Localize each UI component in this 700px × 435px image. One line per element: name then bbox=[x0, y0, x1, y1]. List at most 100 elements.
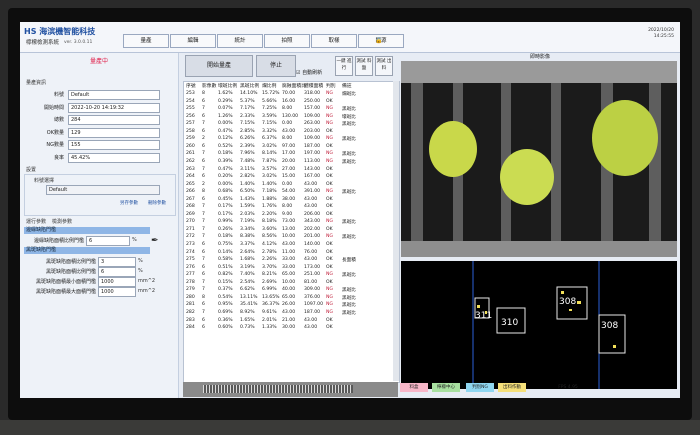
table-cell: 284 bbox=[186, 325, 195, 331]
table-row[interactable]: 261 7 0.18% 7.96% 8.14% 17.00 197.00 NG 黑斑比 bbox=[184, 151, 399, 159]
table-cell: 38.00 bbox=[282, 196, 296, 202]
table-cell: 43.00 bbox=[304, 196, 318, 202]
clock: 2022/10/20 14:25:55 bbox=[648, 28, 674, 40]
edge-param-input[interactable]: 6 bbox=[86, 236, 130, 246]
table-cell: 1.68% bbox=[240, 257, 255, 263]
table-cell: 0.18% bbox=[218, 234, 233, 240]
column-header[interactable]: 體積面積 bbox=[304, 82, 323, 90]
table-cell: 3.34% bbox=[240, 226, 255, 232]
lock-icon[interactable]: 🔒 bbox=[375, 37, 382, 44]
table-cell: 黑斑比 bbox=[342, 220, 356, 226]
table-cell: 258 bbox=[186, 128, 195, 134]
table-row[interactable]: 266 8 0.68% 6.50% 7.18% 54.00 391.00 NG 黑斑比 bbox=[184, 189, 399, 197]
table-row[interactable]: 259 2 0.12% 6.26% 6.37% 8.00 109.00 NG 黑斑比 bbox=[184, 136, 399, 144]
table-row[interactable]: 262 6 0.39% 7.48% 7.87% 20.00 113.00 NG 黑斑比 bbox=[184, 159, 399, 167]
table-cell: 7 bbox=[202, 287, 205, 293]
table-cell: NG bbox=[326, 113, 333, 119]
start-production-button[interactable]: 開始量產 bbox=[185, 55, 253, 77]
info-value: 155 bbox=[68, 140, 160, 150]
table-row[interactable]: 281 6 0.95% 35.41% 36.37% 26.00 1097.00 NG 黑斑比 bbox=[184, 302, 399, 310]
tab-sampling[interactable]: 取樣 bbox=[311, 34, 357, 48]
table-row[interactable]: 257 7 0.00% 7.15% 7.15% 0.00 263.00 NG 黑斑比 bbox=[184, 121, 399, 129]
table-cell: 17.00 bbox=[282, 151, 296, 157]
table-cell: 7 bbox=[202, 121, 205, 127]
table-row[interactable]: 277 6 0.82% 7.40% 8.21% 65.00 251.00 NG 黑斑比 bbox=[184, 272, 399, 280]
column-header[interactable]: 黑斑比例 bbox=[240, 82, 259, 90]
table-row[interactable]: 268 7 0.17% 1.59% 1.76% 8.00 43.00 OK bbox=[184, 204, 399, 212]
test-output-button[interactable]: 測試 出料 bbox=[375, 56, 393, 76]
table-row[interactable]: 263 7 0.47% 3.11% 3.57% 27.00 143.00 OK bbox=[184, 167, 399, 175]
table-cell: NG bbox=[326, 189, 333, 195]
table-cell: 3.57% bbox=[262, 166, 277, 172]
table-row[interactable]: 254 6 0.29% 5.37% 5.66% 16.00 250.00 OK bbox=[184, 99, 399, 107]
tab-edit[interactable]: 編輯 bbox=[170, 34, 216, 48]
table-cell: 9.61% bbox=[262, 309, 277, 315]
table-cell: 3.02% bbox=[262, 143, 277, 149]
tab-production[interactable]: 量產 bbox=[123, 34, 169, 48]
column-header[interactable]: 影像數 bbox=[202, 82, 216, 90]
table-cell: 0.47% bbox=[218, 128, 233, 134]
table-row[interactable]: 274 6 0.14% 2.64% 2.78% 11.00 76.00 OK bbox=[184, 250, 399, 258]
column-header[interactable]: 備註 bbox=[342, 82, 352, 90]
table-row[interactable]: 270 7 0.99% 7.19% 8.18% 73.00 343.00 NG 黑斑比 bbox=[184, 219, 399, 227]
results-table: 序號 影像數 壞斑比例 黑斑比例 爛比例 腐蝕面積比 體積面積 判別 備註 253 8 1.62% 1… bbox=[183, 81, 400, 383]
table-cell: 8.00 bbox=[282, 204, 293, 210]
table-row[interactable]: 282 7 0.69% 8.92% 9.61% 43.00 187.00 NG 黑斑比 bbox=[184, 310, 399, 318]
table-cell: 2.78% bbox=[262, 249, 277, 255]
tab-capture[interactable]: 拍照 bbox=[264, 34, 310, 48]
table-cell: 275 bbox=[186, 257, 195, 263]
table-cell: 黑斑比 bbox=[342, 303, 356, 309]
param-input[interactable]: 3 bbox=[98, 257, 136, 267]
one-click-button[interactable]: 一鍵 進行 bbox=[335, 56, 353, 76]
table-cell: 43.00 bbox=[304, 204, 318, 210]
column-header[interactable]: 判別 bbox=[326, 82, 336, 90]
test-tray-button[interactable]: 測試 料盤 bbox=[355, 56, 373, 76]
column-header[interactable]: 爛比例 bbox=[262, 82, 276, 90]
column-header[interactable]: 腐蝕面積比 bbox=[282, 82, 306, 90]
table-cell: 黑斑比 bbox=[342, 310, 356, 316]
table-scrollbar[interactable] bbox=[393, 81, 399, 381]
table-cell: NG bbox=[326, 234, 333, 240]
table-row[interactable]: 272 7 0.18% 8.38% 8.56% 10.00 201.00 NG 黑斑比 bbox=[184, 234, 399, 242]
param-input[interactable]: 1000 bbox=[98, 277, 136, 287]
tab-statistics[interactable]: 統計 bbox=[217, 34, 263, 48]
table-cell: 0.45% bbox=[218, 196, 233, 202]
table-row[interactable]: 273 6 0.75% 3.37% 4.12% 43.00 140.00 OK bbox=[184, 242, 399, 250]
column-header[interactable]: 序號 bbox=[186, 82, 196, 90]
table-cell: 3.19% bbox=[240, 264, 255, 270]
table-row[interactable]: 275 7 0.58% 1.68% 2.26% 33.00 43.00 OK 長面積 bbox=[184, 257, 399, 265]
table-row[interactable]: 255 7 0.07% 7.17% 7.25% 8.00 157.00 NG 黑斑比 bbox=[184, 106, 399, 114]
table-cell: 8 bbox=[202, 189, 205, 195]
table-cell: 0.07% bbox=[218, 106, 233, 112]
table-row[interactable]: 265 2 0.00% 1.40% 1.40% 0.00 43.00 OK bbox=[184, 182, 399, 190]
recipe-select[interactable]: Default bbox=[46, 185, 160, 195]
table-cell: 263.00 bbox=[304, 121, 321, 127]
table-row[interactable]: 253 8 1.62% 14.10% 15.72% 70.00 318.00 NG 爛斑比 bbox=[184, 91, 399, 99]
table-row[interactable]: 284 6 0.60% 0.73% 1.33% 30.00 43.00 OK bbox=[184, 325, 399, 333]
delete-params-link[interactable]: 刪除參數 bbox=[148, 200, 166, 206]
table-cell: 0.82% bbox=[218, 272, 233, 278]
save-params-link[interactable]: 另存參數 bbox=[120, 200, 138, 206]
auto-refresh-checkbox[interactable]: ☑ 自動刷新 bbox=[296, 69, 322, 76]
param-input[interactable]: 6 bbox=[98, 267, 136, 277]
column-header[interactable]: 壞斑比例 bbox=[218, 82, 237, 90]
param-tab[interactable]: 檢測參數 bbox=[52, 218, 72, 225]
table-cell: 8.21% bbox=[262, 272, 277, 278]
edge-param-unit: % bbox=[132, 237, 137, 243]
table-cell: 0.00% bbox=[218, 121, 233, 127]
table-cell: 8.00 bbox=[282, 106, 293, 112]
table-row[interactable]: 279 7 0.37% 6.62% 6.99% 40.00 309.00 NG 黑斑比 bbox=[184, 287, 399, 295]
table-row[interactable]: 264 6 0.20% 2.82% 3.02% 15.00 167.00 OK bbox=[184, 174, 399, 182]
param-input[interactable]: 1000 bbox=[98, 287, 136, 297]
table-cell: 257 bbox=[186, 121, 195, 127]
table-cell: 7 bbox=[202, 257, 205, 263]
table-cell: 279 bbox=[186, 287, 195, 293]
app-version: ver. 3.0.0.11 bbox=[64, 40, 93, 45]
table-row[interactable]: 283 6 0.36% 1.65% 2.01% 21.00 43.00 OK bbox=[184, 318, 399, 326]
table-cell: 3.37% bbox=[240, 242, 255, 247]
table-cell: 7 bbox=[202, 204, 205, 210]
table-cell: 280 bbox=[186, 294, 195, 300]
stop-button[interactable]: 停止 bbox=[256, 55, 296, 77]
table-cell: 黑斑比 bbox=[342, 235, 356, 241]
table-cell: 壞斑比 bbox=[342, 114, 356, 120]
